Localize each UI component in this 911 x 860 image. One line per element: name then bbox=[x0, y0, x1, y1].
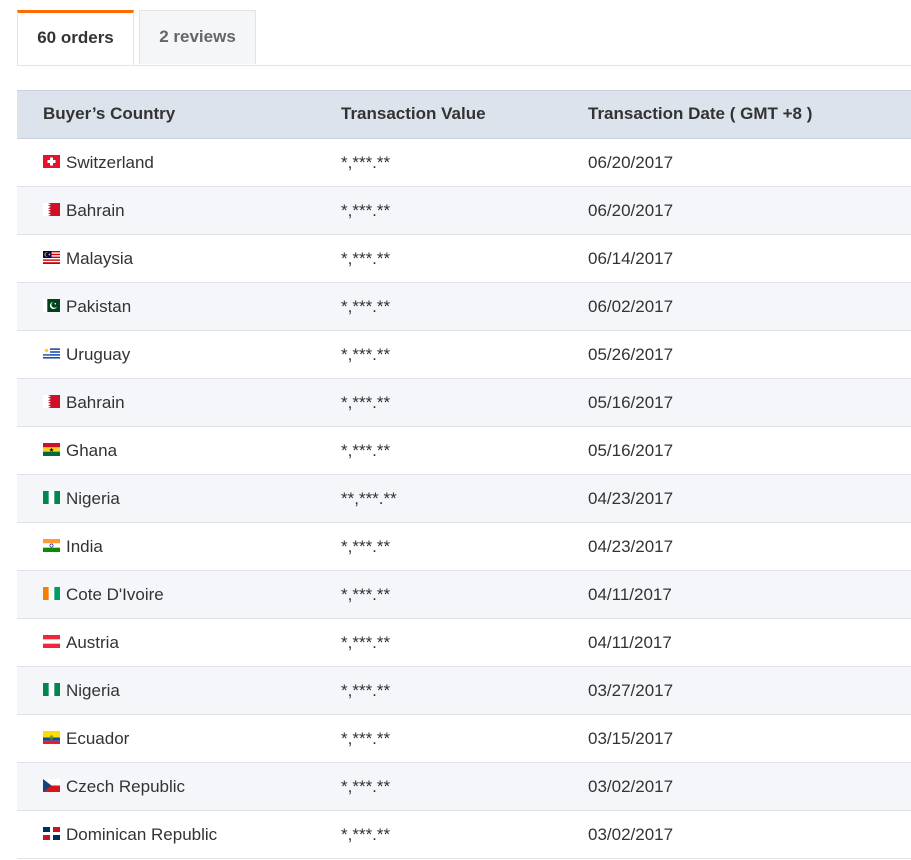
table-body: Switzerland *,***.** 06/20/2017 Bahrain *,**… bbox=[17, 139, 911, 859]
transaction-date-cell: 04/11/2017 bbox=[588, 585, 672, 604]
transaction-date-cell: 04/23/2017 bbox=[588, 489, 674, 508]
table-row: Dominican Republic *,***.** 03/02/2017 bbox=[17, 811, 911, 859]
transaction-value-cell: **,***.** bbox=[341, 489, 397, 508]
header-buyer-country: Buyer’s Country bbox=[43, 104, 176, 123]
country-name: Dominican Republic bbox=[66, 825, 218, 844]
transaction-value-cell: *,***.** bbox=[341, 777, 391, 796]
transaction-date-cell: 06/14/2017 bbox=[588, 249, 674, 268]
transaction-value-cell: *,***.** bbox=[341, 249, 391, 268]
country-name: Bahrain bbox=[66, 393, 125, 412]
transaction-date-cell: 06/20/2017 bbox=[588, 201, 674, 220]
pakistan-flag-icon bbox=[43, 299, 60, 313]
header-transaction-date: Transaction Date ( GMT +8 ) bbox=[588, 104, 813, 123]
country-name: Czech Republic bbox=[66, 777, 186, 796]
table-row: Ecuador *,***.** 03/15/2017 bbox=[17, 715, 911, 763]
switzerland-flag-icon bbox=[43, 155, 60, 169]
table-row: Switzerland *,***.** 06/20/2017 bbox=[17, 139, 911, 187]
nigeria-flag-icon bbox=[43, 491, 60, 505]
buyer-country-cell: Uruguay bbox=[43, 331, 130, 378]
transaction-value-cell: *,***.** bbox=[341, 441, 391, 460]
buyer-country-cell: Ecuador bbox=[43, 715, 129, 762]
buyer-country-cell: Malaysia bbox=[43, 235, 133, 282]
ecuador-flag-icon bbox=[43, 731, 60, 745]
table-row: Bahrain *,***.** 06/20/2017 bbox=[17, 187, 911, 235]
transaction-value-cell: *,***.** bbox=[341, 633, 391, 652]
cote-divoire-flag-icon bbox=[43, 587, 60, 601]
transaction-value-cell: *,***.** bbox=[341, 537, 391, 556]
buyer-country-cell: Czech Republic bbox=[43, 763, 185, 810]
country-name: Nigeria bbox=[66, 681, 120, 700]
dominican-republic-flag-icon bbox=[43, 827, 60, 841]
transaction-value-cell: *,***.** bbox=[341, 393, 391, 412]
country-name: India bbox=[66, 537, 103, 556]
uruguay-flag-icon bbox=[43, 347, 60, 361]
malaysia-flag-icon bbox=[43, 251, 60, 265]
tab-orders[interactable]: 60 orders bbox=[17, 10, 134, 65]
table-row: Malaysia *,***.** 06/14/2017 bbox=[17, 235, 911, 283]
table-row: Nigeria **,***.** 04/23/2017 bbox=[17, 475, 911, 523]
buyer-country-cell: India bbox=[43, 523, 103, 570]
transaction-value-cell: *,***.** bbox=[341, 729, 391, 748]
bahrain-flag-icon bbox=[43, 395, 60, 409]
india-flag-icon bbox=[43, 539, 60, 553]
austria-flag-icon bbox=[43, 635, 60, 649]
country-name: Ghana bbox=[66, 441, 118, 460]
transaction-date-cell: 05/16/2017 bbox=[588, 441, 674, 460]
header-transaction-value: Transaction Value bbox=[341, 104, 486, 123]
table-row: Bahrain *,***.** 05/16/2017 bbox=[17, 379, 911, 427]
country-name: Pakistan bbox=[66, 297, 132, 316]
country-name: Ecuador bbox=[66, 729, 130, 748]
country-name: Uruguay bbox=[66, 345, 131, 364]
buyer-country-cell: Nigeria bbox=[43, 667, 120, 714]
transaction-date-cell: 05/26/2017 bbox=[588, 345, 674, 364]
transaction-value-cell: *,***.** bbox=[341, 585, 391, 604]
table-row: Cote D'Ivoire *,***.** 04/11/2017 bbox=[17, 571, 911, 619]
ghana-flag-icon bbox=[43, 443, 60, 457]
buyer-country-cell: Pakistan bbox=[43, 283, 131, 330]
transaction-date-cell: 04/11/2017 bbox=[588, 633, 672, 652]
transaction-table: Buyer’s Country Transaction Value Transa… bbox=[17, 90, 911, 859]
buyer-country-cell: Dominican Republic bbox=[43, 811, 217, 858]
nigeria-flag-icon bbox=[43, 683, 60, 697]
country-name: Malaysia bbox=[66, 249, 134, 268]
transaction-value-cell: *,***.** bbox=[341, 297, 391, 316]
tab-reviews[interactable]: 2 reviews bbox=[139, 10, 256, 64]
transaction-value-cell: *,***.** bbox=[341, 201, 391, 220]
transaction-date-cell: 06/02/2017 bbox=[588, 297, 674, 316]
order-review-tabs: 60 orders 2 reviews bbox=[17, 10, 911, 66]
table-row: India *,***.** 04/23/2017 bbox=[17, 523, 911, 571]
country-name: Bahrain bbox=[66, 201, 125, 220]
table-row: Czech Republic *,***.** 03/02/2017 bbox=[17, 763, 911, 811]
country-name: Nigeria bbox=[66, 489, 120, 508]
table-row: Austria *,***.** 04/11/2017 bbox=[17, 619, 911, 667]
transaction-date-cell: 03/02/2017 bbox=[588, 825, 674, 844]
transaction-date-cell: 04/23/2017 bbox=[588, 537, 674, 556]
table-row: Pakistan *,***.** 06/02/2017 bbox=[17, 283, 911, 331]
transaction-value-cell: *,***.** bbox=[341, 345, 391, 364]
table-row: Nigeria *,***.** 03/27/2017 bbox=[17, 667, 911, 715]
buyer-country-cell: Cote D'Ivoire bbox=[43, 571, 164, 618]
country-name: Austria bbox=[66, 633, 119, 652]
country-name: Switzerland bbox=[66, 153, 154, 172]
buyer-country-cell: Ghana bbox=[43, 427, 117, 474]
transaction-date-cell: 03/27/2017 bbox=[588, 681, 674, 700]
buyer-country-cell: Nigeria bbox=[43, 475, 120, 522]
transaction-date-cell: 03/02/2017 bbox=[588, 777, 674, 796]
transaction-value-cell: *,***.** bbox=[341, 681, 391, 700]
table-row: Ghana *,***.** 05/16/2017 bbox=[17, 427, 911, 475]
transaction-date-cell: 03/15/2017 bbox=[588, 729, 674, 748]
country-name: Cote D'Ivoire bbox=[66, 585, 164, 604]
table-row: Uruguay *,***.** 05/26/2017 bbox=[17, 331, 911, 379]
buyer-country-cell: Bahrain bbox=[43, 187, 125, 234]
bahrain-flag-icon bbox=[43, 203, 60, 217]
transaction-value-cell: *,***.** bbox=[341, 153, 391, 172]
transaction-date-cell: 06/20/2017 bbox=[588, 153, 674, 172]
table-header: Buyer’s Country Transaction Value Transa… bbox=[17, 90, 911, 139]
buyer-country-cell: Switzerland bbox=[43, 139, 154, 186]
transaction-value-cell: *,***.** bbox=[341, 825, 391, 844]
buyer-country-cell: Bahrain bbox=[43, 379, 125, 426]
buyer-country-cell: Austria bbox=[43, 619, 119, 666]
czech-republic-flag-icon bbox=[43, 779, 60, 793]
transaction-date-cell: 05/16/2017 bbox=[588, 393, 674, 412]
